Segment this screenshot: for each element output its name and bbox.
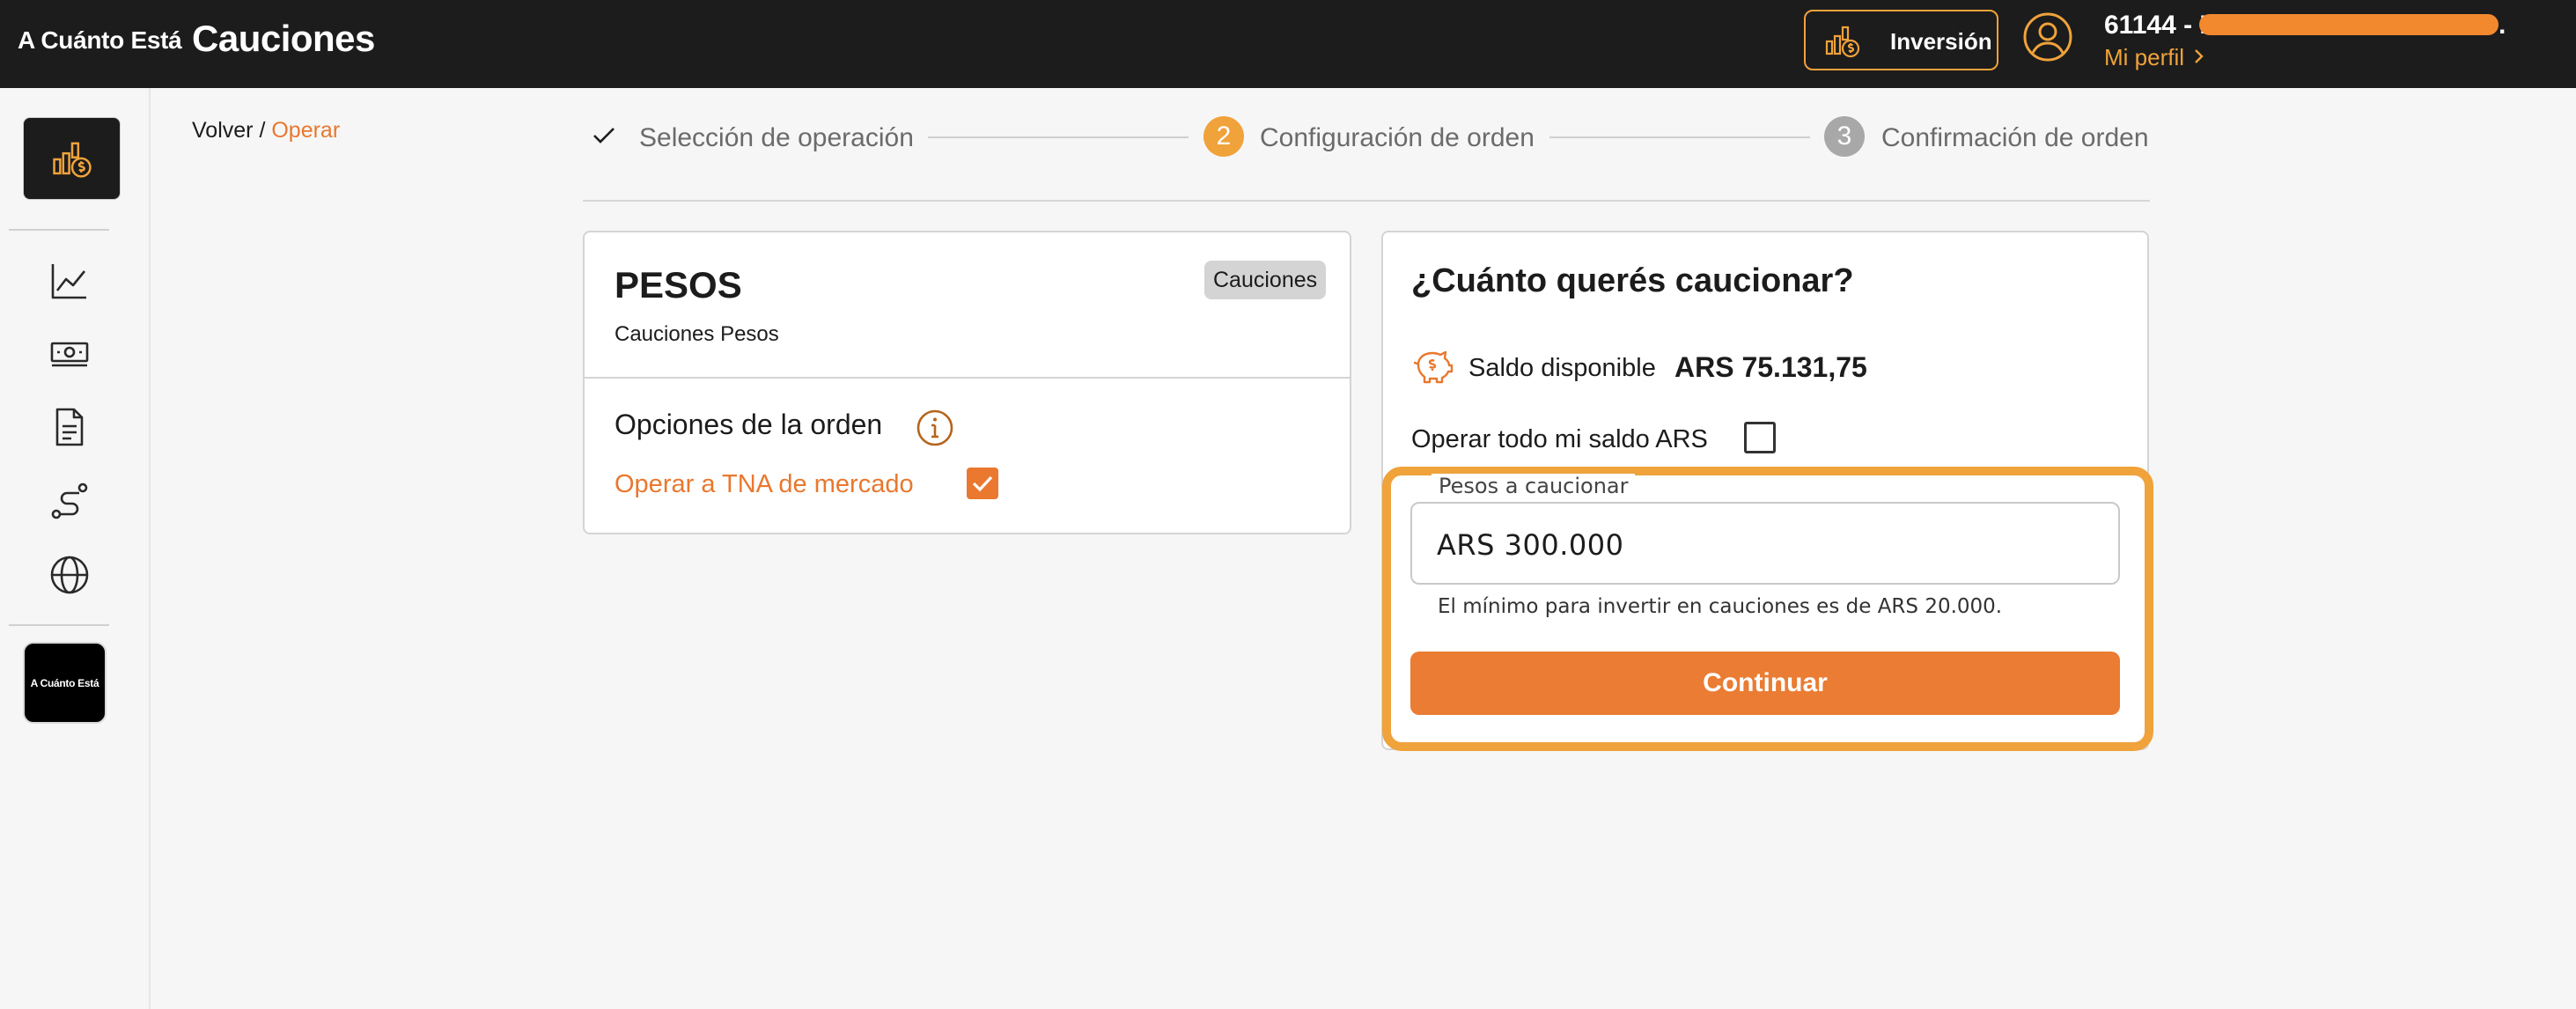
breadcrumb-current[interactable]: Operar — [271, 118, 340, 143]
amount-field[interactable] — [1410, 502, 2120, 585]
order-options-title: Opciones de la orden — [615, 409, 883, 440]
user-account-id: 61144 - I — [2104, 11, 2207, 40]
user-name-suffix: . — [2499, 11, 2506, 40]
order-amount-title: ¿Cuánto querés caucionar? — [1411, 262, 1854, 299]
saldo-value: ARS 75.131,75 — [1674, 351, 1867, 383]
sidebar-brand-logo[interactable]: A Cuánto Está — [23, 642, 107, 724]
tna-market-checkbox[interactable] — [967, 468, 998, 499]
breadcrumb-separator: / — [259, 118, 266, 143]
coins-chart-icon — [53, 142, 92, 178]
asset-type-badge: Cauciones — [1204, 261, 1327, 299]
inversion-button-label: Inversión — [1890, 28, 1992, 55]
piggy-bank-icon — [1413, 350, 1454, 384]
step-connector — [928, 136, 1189, 138]
page-title: Cauciones — [192, 18, 375, 59]
breadcrumb: Volver / Operar — [192, 118, 340, 144]
user-avatar-icon[interactable] — [2022, 11, 2073, 63]
sidebar-divider — [9, 624, 109, 626]
info-icon[interactable] — [916, 409, 954, 447]
stepper-divider — [583, 200, 2150, 202]
tna-market-label: Operar a TNA de mercado — [615, 470, 914, 498]
operate-all-checkbox[interactable] — [1744, 422, 1776, 453]
profile-link[interactable]: Mi perfil — [2104, 44, 2205, 71]
minimum-hint: El mínimo para invertir en cauciones es … — [1438, 595, 2003, 618]
profile-link-label: Mi perfil — [2104, 44, 2185, 70]
step-3-circle: 3 — [1824, 116, 1865, 157]
asset-card: PESOS Cauciones Pesos Cauciones Opciones… — [583, 231, 1351, 534]
top-header: A Cuánto Está Cauciones Inversión 61144 … — [0, 0, 2576, 88]
coins-chart-icon — [1825, 26, 1860, 58]
card-divider — [585, 377, 1350, 379]
sidebar-divider — [9, 229, 109, 231]
amount-input[interactable] — [1437, 523, 2088, 567]
checkmark-icon — [972, 475, 993, 492]
brand-logo[interactable]: A Cuánto Está — [18, 26, 182, 55]
route-icon[interactable] — [49, 481, 90, 521]
saldo-label: Saldo disponible — [1468, 354, 1656, 382]
step-confirmacion-label: Confirmación de orden — [1881, 123, 2149, 152]
sidebar: A Cuánto Está — [0, 88, 151, 1009]
sidebar-item-inversion[interactable] — [23, 117, 121, 200]
step-2-circle: 2 — [1203, 116, 1244, 157]
asset-name: PESOS — [615, 264, 742, 306]
step-configuracion-label: Configuración de orden — [1260, 123, 1535, 152]
step-connector — [1549, 136, 1810, 138]
chart-line-icon[interactable] — [49, 261, 90, 301]
document-icon[interactable] — [49, 407, 90, 447]
breadcrumb-back-link[interactable]: Volver — [192, 118, 253, 143]
continue-button[interactable]: Continuar — [1410, 652, 2120, 715]
chevron-right-icon — [2193, 44, 2205, 71]
order-stepper: Selección de operación 2 Configuración d… — [583, 114, 2150, 203]
amount-field-label: Pesos a caucionar — [1432, 474, 1636, 498]
operate-all-label: Operar todo mi saldo ARS — [1411, 425, 1708, 453]
step-seleccion-label: Selección de operación — [639, 123, 914, 152]
asset-subtitle: Cauciones Pesos — [615, 322, 779, 346]
banknote-icon[interactable] — [49, 335, 90, 375]
inversion-button[interactable]: Inversión — [1804, 10, 1998, 70]
globe-icon[interactable] — [49, 555, 90, 595]
check-icon — [593, 128, 615, 144]
redacted-name-bar — [2199, 14, 2499, 35]
